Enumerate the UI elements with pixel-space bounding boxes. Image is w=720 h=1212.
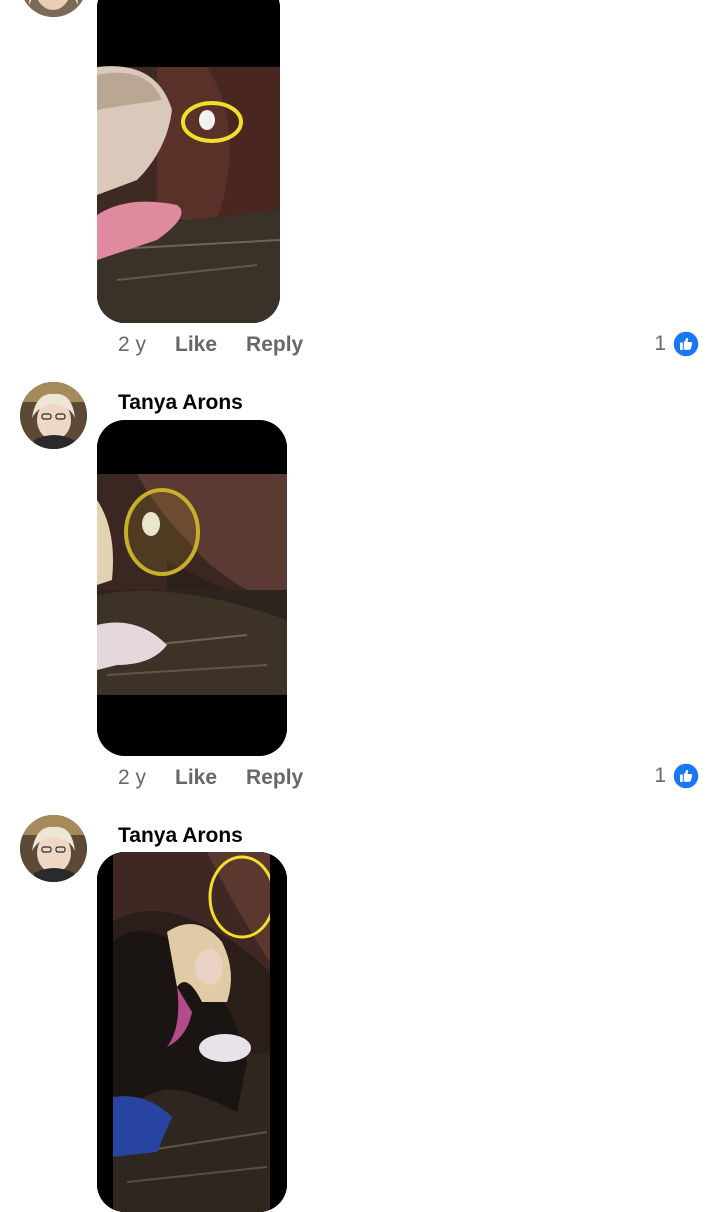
comment-actions: 2 y Like Reply bbox=[118, 331, 303, 359]
reaction-count: 1 bbox=[654, 332, 666, 355]
reaction-count: 1 bbox=[654, 764, 666, 787]
reply-button[interactable]: Reply bbox=[246, 331, 303, 359]
comment-photo[interactable] bbox=[97, 852, 287, 1212]
reaction-summary[interactable]: 1 bbox=[654, 330, 700, 358]
comment-actions: 2 y Like Reply bbox=[118, 764, 303, 792]
like-button[interactable]: Like bbox=[175, 331, 217, 359]
avatar[interactable] bbox=[20, 0, 87, 17]
thumbs-up-icon bbox=[672, 762, 700, 790]
comment-age: 2 y bbox=[118, 766, 147, 789]
reply-button[interactable]: Reply bbox=[246, 764, 303, 792]
comment-author[interactable]: Tanya Arons bbox=[118, 823, 243, 849]
avatar[interactable] bbox=[20, 815, 87, 882]
reaction-summary[interactable]: 1 bbox=[654, 762, 700, 790]
comment-author[interactable]: Tanya Arons bbox=[118, 390, 243, 416]
comment-photo[interactable] bbox=[97, 0, 280, 323]
avatar[interactable] bbox=[20, 382, 87, 449]
like-button[interactable]: Like bbox=[175, 764, 217, 792]
thumbs-up-icon bbox=[672, 330, 700, 358]
comment-age: 2 y bbox=[118, 333, 147, 356]
comment-photo[interactable] bbox=[97, 420, 287, 756]
